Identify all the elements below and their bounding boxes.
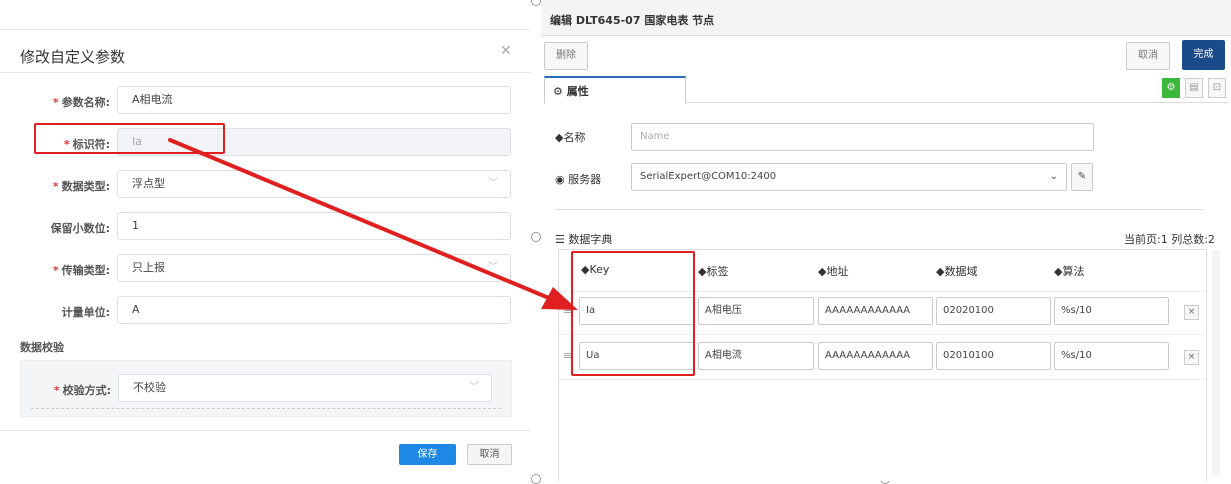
annotation-arrow <box>168 138 578 310</box>
